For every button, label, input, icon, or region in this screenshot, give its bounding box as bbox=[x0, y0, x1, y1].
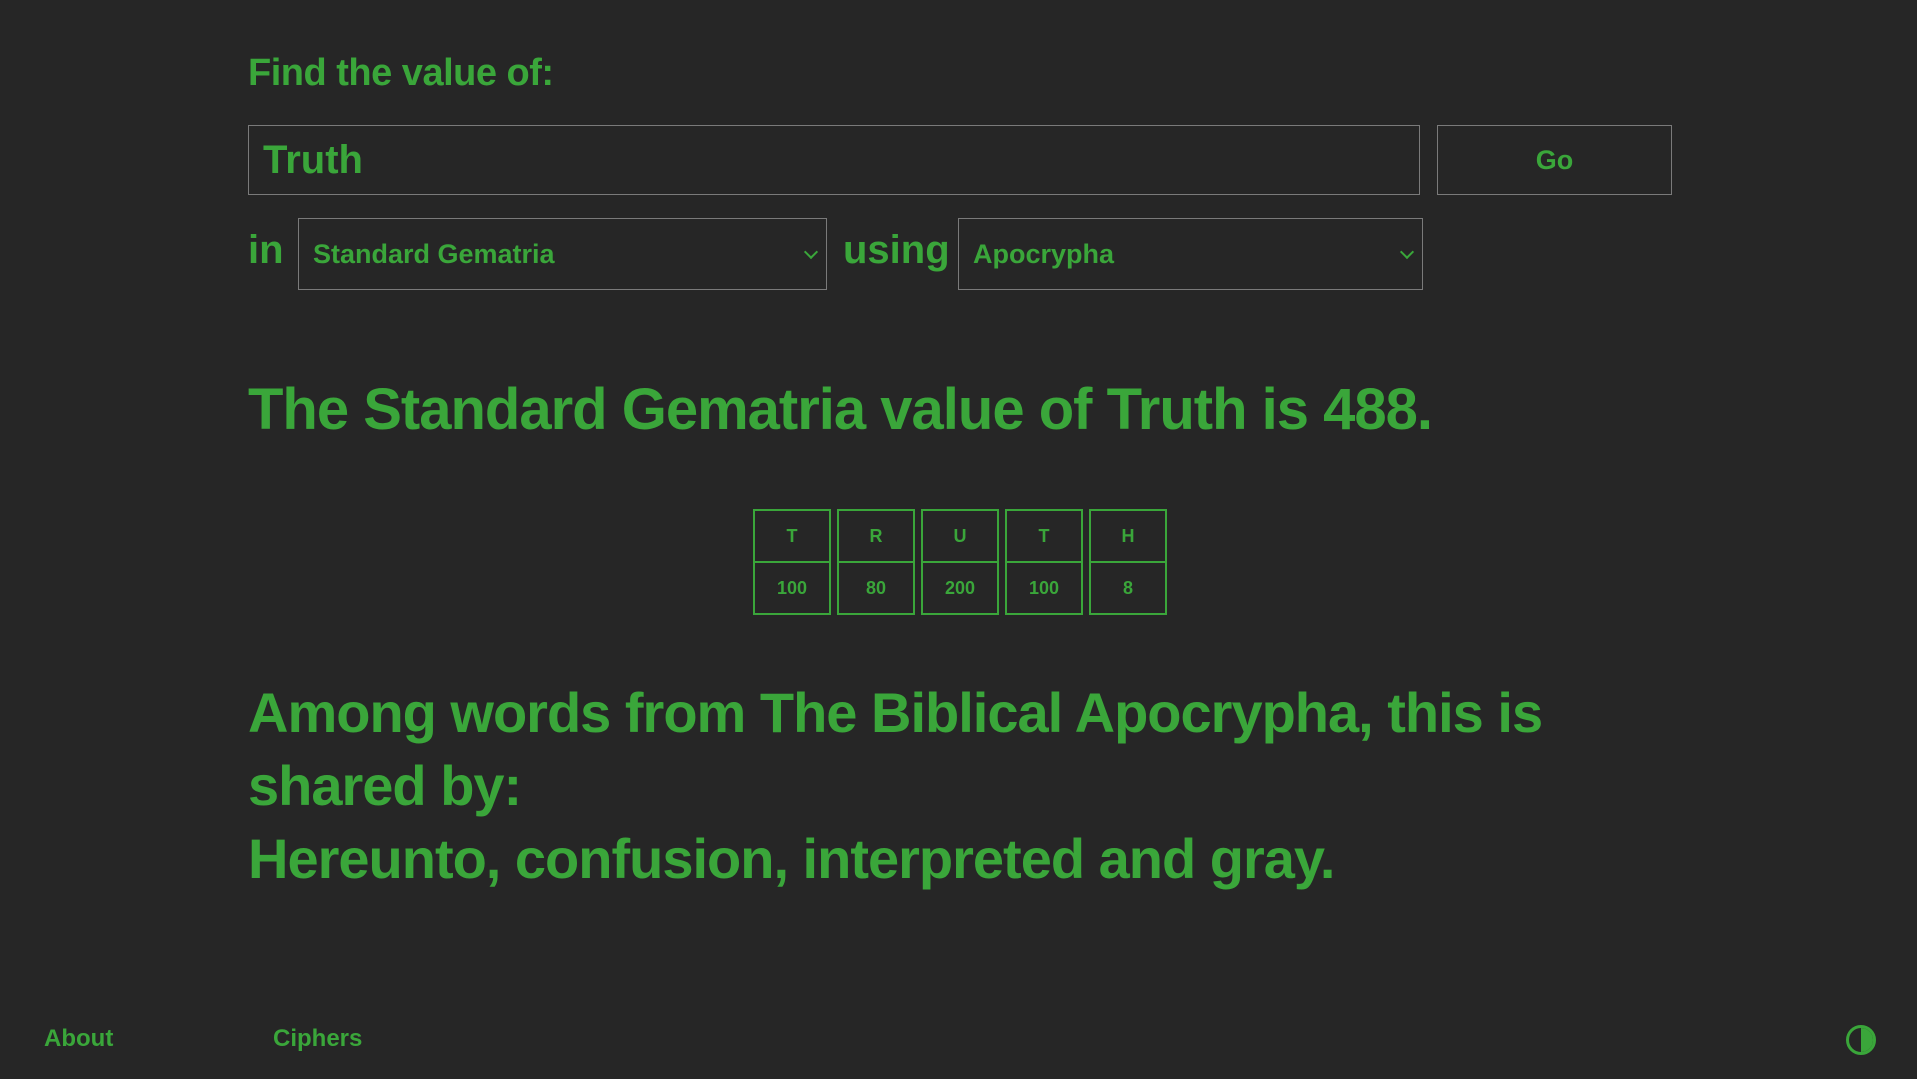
letter-column: H 8 bbox=[1089, 509, 1167, 615]
letter-cell: T bbox=[755, 511, 829, 563]
in-label: in bbox=[248, 228, 284, 272]
chevron-down-icon bbox=[803, 244, 819, 260]
value-cell: 80 bbox=[865, 577, 887, 598]
letter-column: U 200 bbox=[921, 509, 999, 615]
using-label: using bbox=[843, 228, 950, 272]
footer-about-link[interactable]: About bbox=[44, 1025, 113, 1053]
shared-intro: Among words from The Biblical Apocrypha,… bbox=[248, 681, 1543, 817]
corpus-select[interactable]: Apocrypha bbox=[958, 218, 1423, 290]
letter-cell: R bbox=[839, 511, 913, 563]
go-button[interactable]: Go bbox=[1437, 125, 1672, 195]
value-cell: 100 bbox=[776, 577, 808, 598]
letter-column: R 80 bbox=[837, 509, 915, 615]
contrast-icon-fill bbox=[1861, 1028, 1873, 1052]
letter-value-table: T 100 R 80 U 200 T 100 H 8 bbox=[753, 509, 1167, 615]
corpus-select-value: Apocrypha bbox=[973, 238, 1115, 269]
page: Find the value of: Go in Standard Gematr… bbox=[0, 0, 1917, 1079]
letter-cell: T bbox=[1007, 511, 1081, 563]
result-summary: The Standard Gematria value of Truth is … bbox=[248, 377, 1433, 442]
value-cell: 100 bbox=[1028, 577, 1060, 598]
letter-column: T 100 bbox=[753, 509, 831, 615]
shared-words: Hereunto, confusion, interpreted and gra… bbox=[248, 827, 1335, 890]
letter-cell: H bbox=[1091, 511, 1165, 563]
shared-words-block: Among words from The Biblical Apocrypha,… bbox=[248, 676, 1648, 895]
value-cell: 8 bbox=[1122, 577, 1133, 598]
letter-column: T 100 bbox=[1005, 509, 1083, 615]
search-input[interactable] bbox=[248, 125, 1420, 195]
value-cell: 200 bbox=[944, 577, 976, 598]
contrast-icon[interactable] bbox=[1846, 1025, 1876, 1055]
chevron-down-icon bbox=[1399, 244, 1415, 260]
search-prompt: Find the value of: bbox=[248, 52, 554, 94]
footer-ciphers-link[interactable]: Ciphers bbox=[273, 1025, 362, 1053]
cipher-select-value: Standard Gematria bbox=[313, 238, 555, 269]
cipher-select[interactable]: Standard Gematria bbox=[298, 218, 827, 290]
letter-cell: U bbox=[923, 511, 997, 563]
